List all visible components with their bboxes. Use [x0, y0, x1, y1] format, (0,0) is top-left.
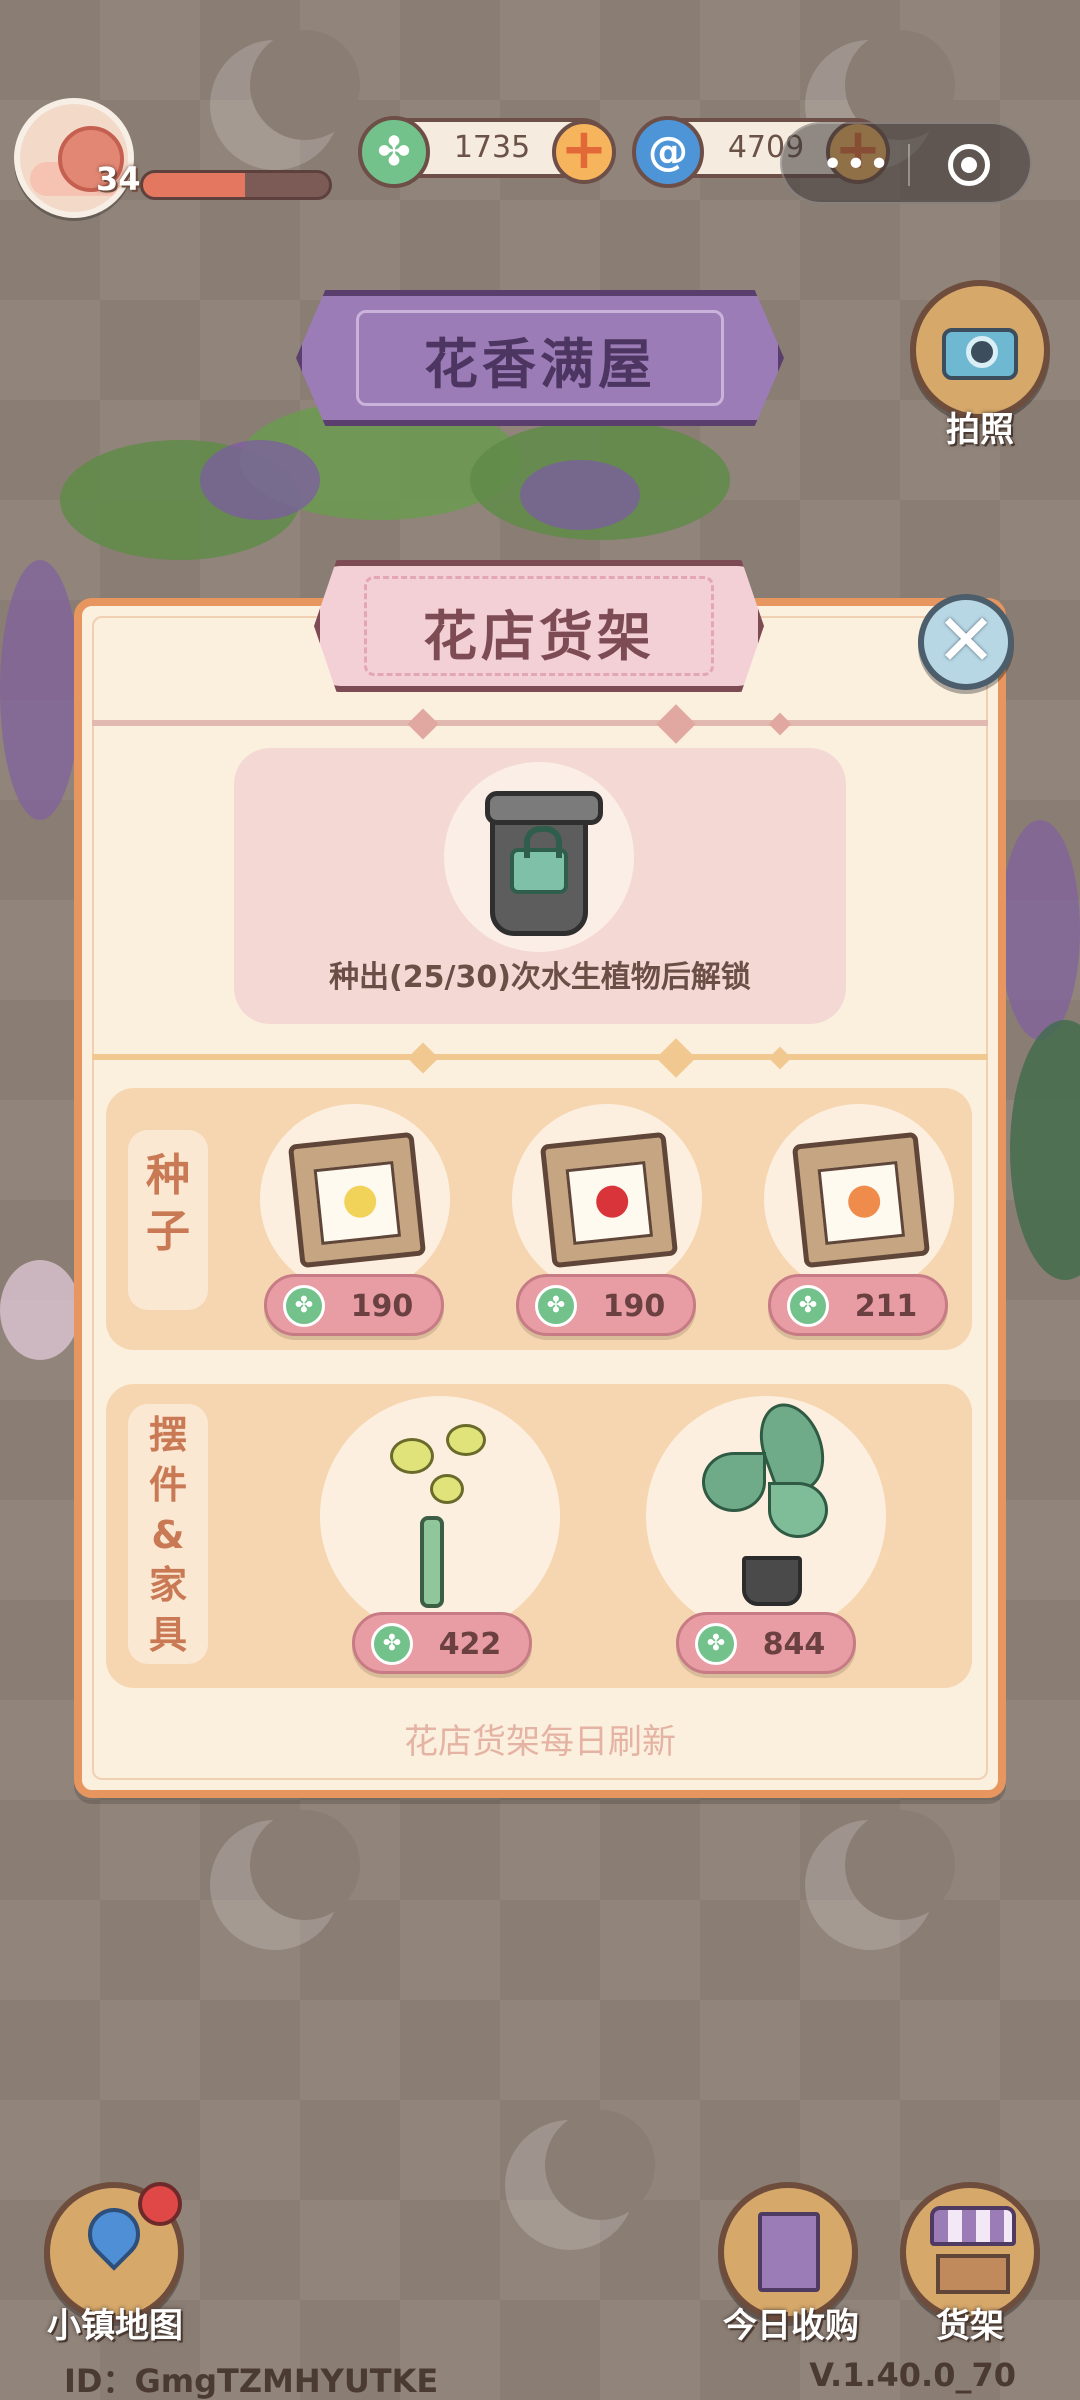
background-moon-icon: [505, 2110, 655, 2250]
background-moon-icon: [210, 30, 360, 170]
seed-price-button[interactable]: ✤ 190: [516, 1274, 696, 1336]
orange-flower-icon: [846, 1184, 882, 1220]
area-title-banner: 花香满屋: [296, 290, 784, 426]
camera-button[interactable]: [910, 280, 1050, 420]
area-title: 花香满屋: [424, 333, 656, 396]
close-button[interactable]: ✕: [918, 594, 1014, 690]
seed-price-button[interactable]: ✤ 211: [768, 1274, 948, 1336]
xp-bar: [140, 170, 332, 200]
top-divider: [92, 720, 988, 726]
locked-slot[interactable]: 种出(25/30)次水生植物后解锁: [234, 748, 846, 1024]
clover-coin-icon: ✤: [283, 1285, 325, 1327]
middle-divider: [92, 1054, 988, 1060]
shop-title-banner: 花店货架: [314, 560, 764, 692]
potted-plant-icon[interactable]: [696, 1394, 836, 1616]
decor-price-button[interactable]: ✤ 422: [352, 1612, 532, 1674]
refresh-note: 花店货架每日刷新: [404, 1722, 676, 1762]
clover-amount: 1735: [453, 130, 531, 165]
player-id: ID：GmgTZMHYUTKE: [64, 2362, 439, 2400]
clover-currency: ✤ 1735 +: [358, 116, 616, 188]
daffodil-icon: [342, 1184, 378, 1220]
mini-program-capsule: •••: [780, 122, 1032, 204]
seed-packet-icon[interactable]: [539, 1131, 679, 1269]
seed-packet-icon[interactable]: [791, 1131, 931, 1269]
today-purchase-label: 今日收购: [723, 2306, 859, 2346]
clover-coin-icon: ✤: [535, 1285, 577, 1327]
background-moon-icon: [805, 1810, 955, 1950]
seeds-label: 种 子: [128, 1130, 208, 1310]
close-miniprogram-icon[interactable]: [948, 144, 990, 186]
notification-dot: [138, 2182, 182, 2226]
background-moon-icon: [210, 1810, 360, 1950]
swirl-icon: @: [632, 116, 704, 188]
clover-coin-icon: ✤: [371, 1623, 413, 1665]
red-flower-icon: [594, 1184, 630, 1220]
decor-furniture-label: 摆 件 & 家 具: [128, 1404, 208, 1664]
unlock-requirement: 种出(25/30)次水生植物后解锁: [329, 960, 751, 995]
close-icon: ✕: [935, 598, 997, 682]
decor-price-button[interactable]: ✤ 844: [676, 1612, 856, 1674]
more-menu-icon[interactable]: •••: [822, 144, 892, 185]
clover-coin-icon: ✤: [787, 1285, 829, 1327]
market-stall-icon: [930, 2206, 1016, 2246]
seed-packet-icon[interactable]: [287, 1131, 427, 1269]
player-level: 34: [96, 160, 141, 198]
shelf-label: 货架: [936, 2306, 1004, 2346]
camera-label: 拍照: [946, 410, 1014, 450]
anthurium-vase-icon[interactable]: [380, 1396, 500, 1616]
seed-price-button[interactable]: ✤ 190: [264, 1274, 444, 1336]
lock-icon: [510, 826, 568, 894]
purchase-board-icon: [758, 2212, 820, 2292]
clover-icon: ✤: [358, 116, 430, 188]
clover-coin-icon: ✤: [695, 1623, 737, 1665]
player-avatar[interactable]: [14, 98, 134, 218]
shop-title: 花店货架: [423, 605, 655, 668]
town-map-label: 小镇地图: [47, 2306, 183, 2346]
add-clover-button[interactable]: +: [552, 120, 616, 184]
version-text: V.1.40.0_70: [809, 2356, 1016, 2394]
